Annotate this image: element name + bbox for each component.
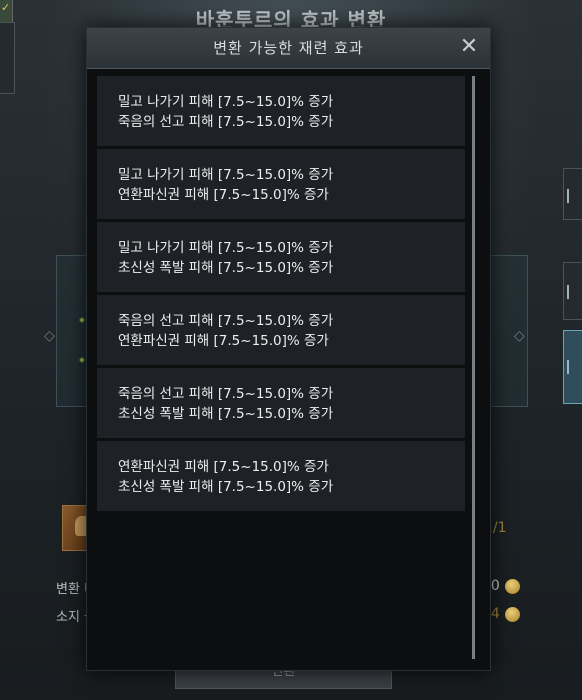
gold-coin-icon (505, 607, 520, 622)
right-side-tab[interactable] (563, 168, 582, 220)
effect-option[interactable]: 밀고 나가기 피해 [7.5~15.0]% 증가 초신성 폭발 피해 [7.5~… (97, 222, 465, 292)
effect-list: 밀고 나가기 피해 [7.5~15.0]% 증가 죽음의 선고 피해 [7.5~… (97, 76, 465, 514)
effect-option[interactable]: 연환파신권 피해 [7.5~15.0]% 증가 초신성 폭발 피해 [7.5~1… (97, 441, 465, 511)
effect-line: 연환파신권 피해 [7.5~15.0]% 증가 (118, 459, 329, 475)
effect-line: 밀고 나가기 피해 [7.5~15.0]% 증가 (118, 94, 334, 110)
close-icon[interactable]: ✕ (458, 36, 480, 59)
scrollbar[interactable] (472, 76, 475, 659)
effect-option[interactable]: 죽음의 선고 피해 [7.5~15.0]% 증가 초신성 폭발 피해 [7.5~… (97, 368, 465, 438)
effect-line: 초신성 폭발 피해 [7.5~15.0]% 증가 (118, 406, 334, 422)
effect-option[interactable]: 죽음의 선고 피해 [7.5~15.0]% 증가 연환파신권 피해 [7.5~1… (97, 295, 465, 365)
gold-coin-icon (505, 579, 520, 594)
effect-line: 연환파신권 피해 [7.5~15.0]% 증가 (118, 333, 329, 349)
modal-header: 변환 가능한 재련 효과 ✕ (87, 28, 490, 69)
effect-line: 밀고 나가기 피해 [7.5~15.0]% 증가 (118, 167, 334, 183)
effect-line: 밀고 나가기 피해 [7.5~15.0]% 증가 (118, 240, 334, 256)
effect-line: 연환파신권 피해 [7.5~15.0]% 증가 (118, 187, 329, 203)
effect-line: 죽음의 선고 피해 [7.5~15.0]% 증가 (118, 313, 334, 329)
effect-line: 초신성 폭발 피해 [7.5~15.0]% 증가 (118, 260, 334, 276)
modal-title: 변환 가능한 재련 효과 (213, 39, 364, 57)
effect-line: 죽음의 선고 피해 [7.5~15.0]% 증가 (118, 114, 334, 130)
right-side-tab[interactable] (563, 262, 582, 320)
effect-option[interactable]: 밀고 나가기 피해 [7.5~15.0]% 증가 죽음의 선고 피해 [7.5~… (97, 76, 465, 146)
effect-line: 죽음의 선고 피해 [7.5~15.0]% 증가 (118, 386, 334, 402)
right-arrow-icon[interactable]: ◇ (514, 328, 525, 344)
convertible-effects-modal: 변환 가능한 재련 효과 ✕ 밀고 나가기 피해 [7.5~15.0]% 증가 … (86, 27, 491, 671)
effect-line: 초신성 폭발 피해 [7.5~15.0]% 증가 (118, 479, 334, 495)
right-side-tab-active[interactable] (563, 330, 582, 404)
effect-option[interactable]: 밀고 나가기 피해 [7.5~15.0]% 증가 연환파신권 피해 [7.5~1… (97, 149, 465, 219)
left-arrow-icon[interactable]: ◇ (44, 328, 55, 344)
